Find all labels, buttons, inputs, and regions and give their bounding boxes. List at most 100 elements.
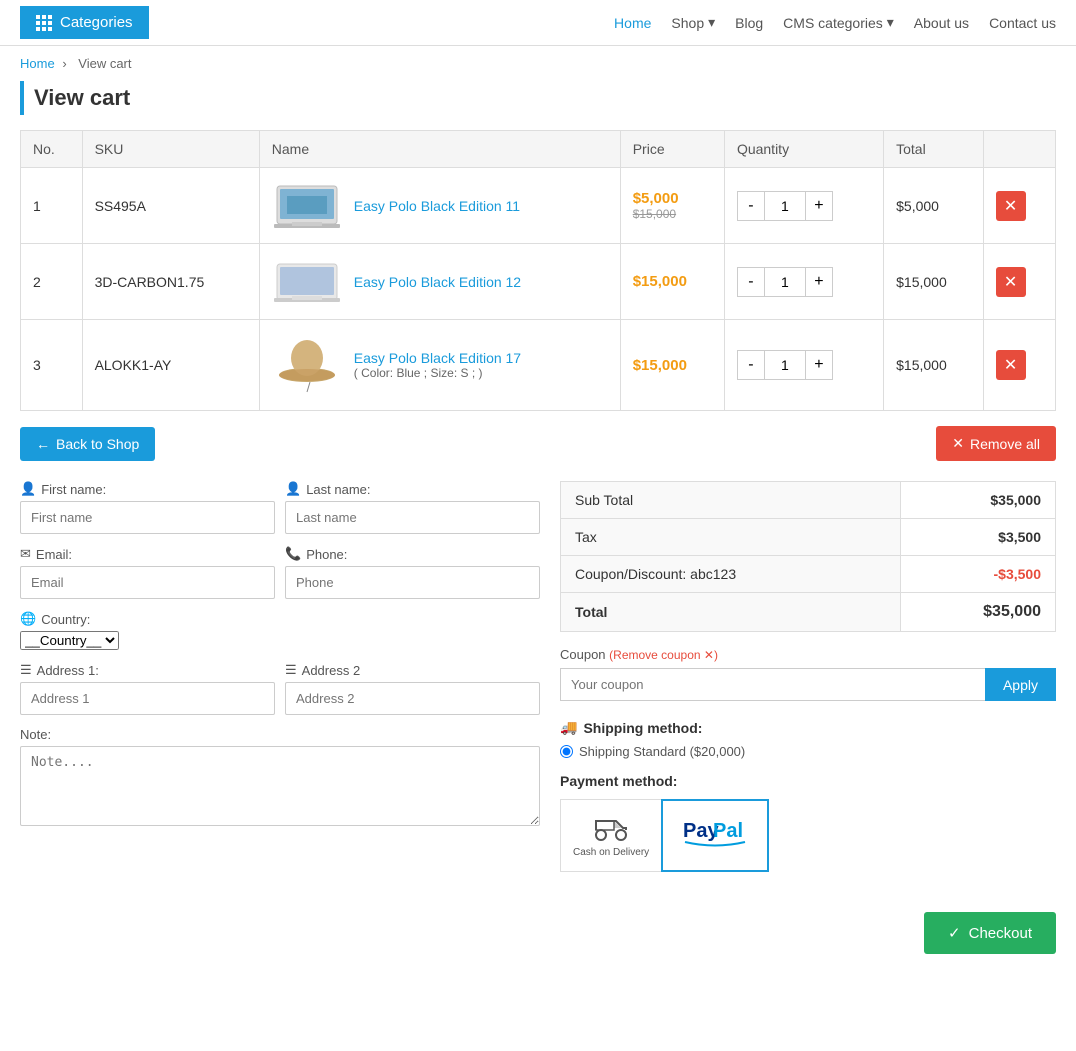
coupon-section: Coupon (Remove coupon ✕) Apply	[560, 647, 1056, 701]
subtotal-value: $35,000	[900, 482, 1055, 519]
col-price: Price	[620, 131, 724, 168]
qty-input-3[interactable]	[765, 350, 805, 380]
row3-name: Easy Polo Black Edition 17 ( Color: Blue…	[259, 320, 620, 411]
paypal-option[interactable]: Pay Pal	[661, 799, 769, 872]
email-label: ✉ Email:	[20, 546, 275, 562]
phone-input[interactable]	[285, 566, 540, 599]
address2-input[interactable]	[285, 682, 540, 715]
cod-icon: Cash on Delivery	[573, 813, 649, 858]
nav-blog[interactable]: Blog	[735, 15, 763, 31]
nav-about[interactable]: About us	[914, 15, 969, 31]
tax-value: $3,500	[900, 519, 1055, 556]
tax-label: Tax	[561, 519, 901, 556]
row1-price: $5,000 $15,000	[620, 168, 724, 244]
qty-input-2[interactable]	[765, 267, 805, 297]
summary-table: Sub Total $35,000 Tax $3,500 Coupon/Disc…	[560, 481, 1056, 632]
main-nav: Home Shop ▾ Blog CMS categories ▾ About …	[614, 14, 1056, 31]
remove-all-button[interactable]: ✕ Remove all	[936, 426, 1056, 461]
row3-no: 3	[21, 320, 83, 411]
nav-shop[interactable]: Shop ▾	[671, 14, 715, 31]
row2-no: 2	[21, 244, 83, 320]
breadcrumb-home[interactable]: Home	[20, 56, 55, 71]
shipping-option[interactable]: Shipping Standard ($20,000)	[560, 744, 1056, 759]
row3-delete: ✕	[983, 320, 1055, 411]
row3-product-sub: ( Color: Blue ; Size: S ; )	[354, 366, 521, 380]
note-textarea[interactable]	[20, 746, 540, 826]
breadcrumb-current: View cart	[78, 56, 131, 71]
first-name-input[interactable]	[20, 501, 275, 534]
coupon-value: -$3,500	[900, 556, 1055, 593]
nav-contact[interactable]: Contact us	[989, 15, 1056, 31]
cash-on-delivery-option[interactable]: Cash on Delivery	[560, 799, 661, 872]
address1-label: ☰ Address 1:	[20, 662, 275, 678]
total-label: Total	[561, 593, 901, 632]
address2-label: ☰ Address 2	[285, 662, 540, 678]
row3-product-name[interactable]: Easy Polo Black Edition 17	[354, 350, 521, 366]
order-summary: Sub Total $35,000 Tax $3,500 Coupon/Disc…	[560, 481, 1056, 892]
row2-price: $15,000	[620, 244, 724, 320]
payment-title: Payment method:	[560, 773, 1056, 789]
product-image-2	[272, 254, 342, 309]
checkout-form: 👤 First name: 👤 Last name: ✉	[20, 481, 540, 892]
email-input[interactable]	[20, 566, 275, 599]
col-quantity: Quantity	[724, 131, 883, 168]
apply-coupon-button[interactable]: Apply	[985, 668, 1056, 701]
categories-button[interactable]: Categories	[20, 6, 149, 39]
country-select[interactable]: __Country__	[20, 631, 119, 650]
remove-coupon-link[interactable]: (Remove coupon ✕)	[609, 648, 718, 662]
payment-options: Cash on Delivery Pay Pal	[560, 799, 1056, 872]
row2-delete: ✕	[983, 244, 1055, 320]
arrow-left-icon: ←	[36, 436, 50, 452]
row3-qty: - +	[724, 320, 883, 411]
page-title: View cart	[34, 81, 130, 115]
table-row: 2 3D-CARBON1.75 Easy Polo Black Edition …	[21, 244, 1056, 320]
delete-row3-button[interactable]: ✕	[996, 350, 1026, 380]
grid-icon	[36, 15, 52, 31]
subtotal-label: Sub Total	[561, 482, 901, 519]
col-name: Name	[259, 131, 620, 168]
note-label: Note:	[20, 727, 540, 742]
col-action	[983, 131, 1055, 168]
cart-actions: ← Back to Shop ✕ Remove all	[20, 426, 1056, 461]
delete-row1-button[interactable]: ✕	[996, 191, 1026, 221]
header: Categories Home Shop ▾ Blog CMS categori…	[0, 0, 1076, 46]
nav-cms[interactable]: CMS categories ▾	[783, 14, 894, 31]
svg-text:Pal: Pal	[713, 820, 743, 842]
row2-name: Easy Polo Black Edition 12	[259, 244, 620, 320]
email-icon: ✉	[20, 546, 31, 562]
checkout-button[interactable]: ✓ Checkout	[924, 912, 1056, 954]
qty-increase-3[interactable]: +	[805, 350, 833, 380]
country-label: 🌐 Country:	[20, 611, 540, 627]
row2-product-name[interactable]: Easy Polo Black Edition 12	[354, 274, 521, 290]
shipping-radio[interactable]	[560, 745, 573, 758]
row1-delete: ✕	[983, 168, 1055, 244]
paypal-logo: Pay Pal	[675, 809, 755, 862]
cod-label: Cash on Delivery	[573, 847, 649, 858]
delete-row2-button[interactable]: ✕	[996, 267, 1026, 297]
row3-total: $15,000	[884, 320, 983, 411]
qty-increase-2[interactable]: +	[805, 267, 833, 297]
coupon-input[interactable]	[560, 668, 985, 701]
row1-qty: - +	[724, 168, 883, 244]
payment-section: Payment method: Cash on Delivery	[560, 773, 1056, 872]
back-to-shop-button[interactable]: ← Back to Shop	[20, 427, 155, 461]
qty-decrease-1[interactable]: -	[737, 191, 765, 221]
row3-sku: ALOKK1-AY	[82, 320, 259, 411]
qty-decrease-3[interactable]: -	[737, 350, 765, 380]
nav-home[interactable]: Home	[614, 15, 651, 31]
truck-icon: 🚚	[560, 719, 577, 736]
last-name-input[interactable]	[285, 501, 540, 534]
qty-input-1[interactable]	[765, 191, 805, 221]
qty-decrease-2[interactable]: -	[737, 267, 765, 297]
phone-icon: 📞	[285, 546, 301, 562]
chevron-down-icon: ▾	[708, 14, 715, 31]
row1-product-name[interactable]: Easy Polo Black Edition 11	[354, 198, 520, 214]
col-no: No.	[21, 131, 83, 168]
breadcrumb-separator: ›	[62, 56, 70, 71]
row2-total: $15,000	[884, 244, 983, 320]
shipping-section: 🚚 Shipping method: Shipping Standard ($2…	[560, 719, 1056, 759]
qty-increase-1[interactable]: +	[805, 191, 833, 221]
checkout-row: ✓ Checkout	[0, 912, 1076, 974]
address1-input[interactable]	[20, 682, 275, 715]
shipping-title-text: Shipping method:	[583, 720, 702, 736]
